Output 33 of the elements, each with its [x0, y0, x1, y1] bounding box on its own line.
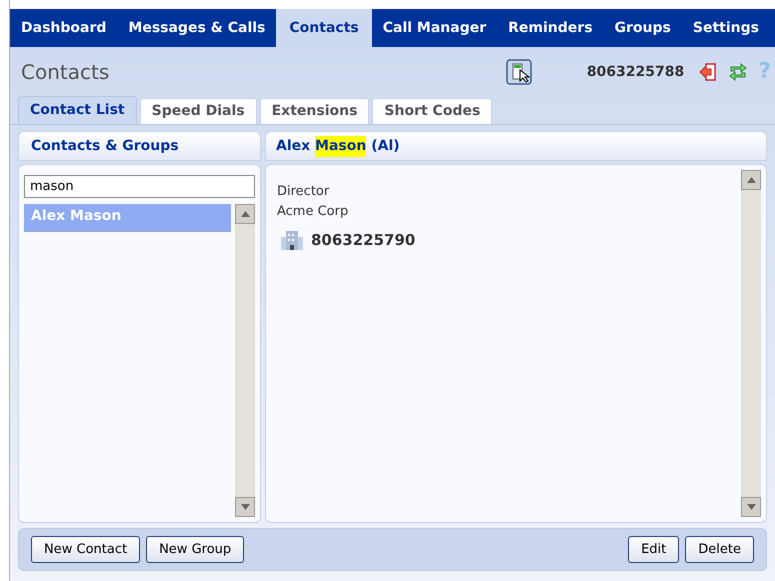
scroll-down-icon[interactable]	[741, 497, 761, 517]
nav-tab[interactable]: Reminders	[497, 9, 604, 47]
sub-tab[interactable]: Short Codes	[372, 98, 492, 124]
action-button[interactable]: Edit	[628, 536, 680, 563]
action-button[interactable]: Delete	[685, 536, 754, 563]
nav-tab[interactable]: Dashboard	[10, 9, 118, 47]
phone-number: 8063225788	[586, 62, 684, 82]
nav-tab[interactable]: Call Manager	[372, 9, 498, 47]
work-phone[interactable]: 8063225790	[311, 229, 416, 252]
scrollbar[interactable]	[235, 204, 255, 517]
building-icon	[281, 230, 303, 250]
search-field[interactable]: mason	[24, 175, 255, 198]
scroll-down-icon[interactable]	[235, 497, 255, 517]
scroll-up-icon[interactable]	[235, 204, 255, 224]
nav-tab[interactable]: Groups	[604, 9, 682, 47]
job-title: Director	[277, 183, 330, 201]
sub-tab[interactable]: Extensions	[260, 98, 370, 124]
nav-tab[interactable]: Contacts	[276, 9, 372, 47]
nav-tab[interactable]: Settings	[682, 9, 770, 47]
scroll-up-icon[interactable]	[741, 170, 761, 190]
panel-header: Contacts & Groups	[18, 131, 261, 161]
logout-icon[interactable]	[698, 62, 718, 82]
nav-tab[interactable]: Messages & Calls	[117, 9, 276, 47]
refresh-icon[interactable]	[728, 62, 748, 82]
scrollbar[interactable]	[741, 170, 761, 517]
sub-tab[interactable]: Speed Dials	[140, 98, 257, 124]
contact-name-header: Alex Mason (Al)	[265, 131, 767, 161]
action-button[interactable]: New Contact	[31, 536, 140, 563]
action-button[interactable]: New Group	[146, 536, 244, 563]
phone-pointer-icon[interactable]	[506, 59, 532, 85]
page-title: Contacts	[21, 59, 110, 86]
company-name: Acme Corp	[277, 202, 350, 220]
sub-tab[interactable]: Contact List	[18, 96, 137, 124]
